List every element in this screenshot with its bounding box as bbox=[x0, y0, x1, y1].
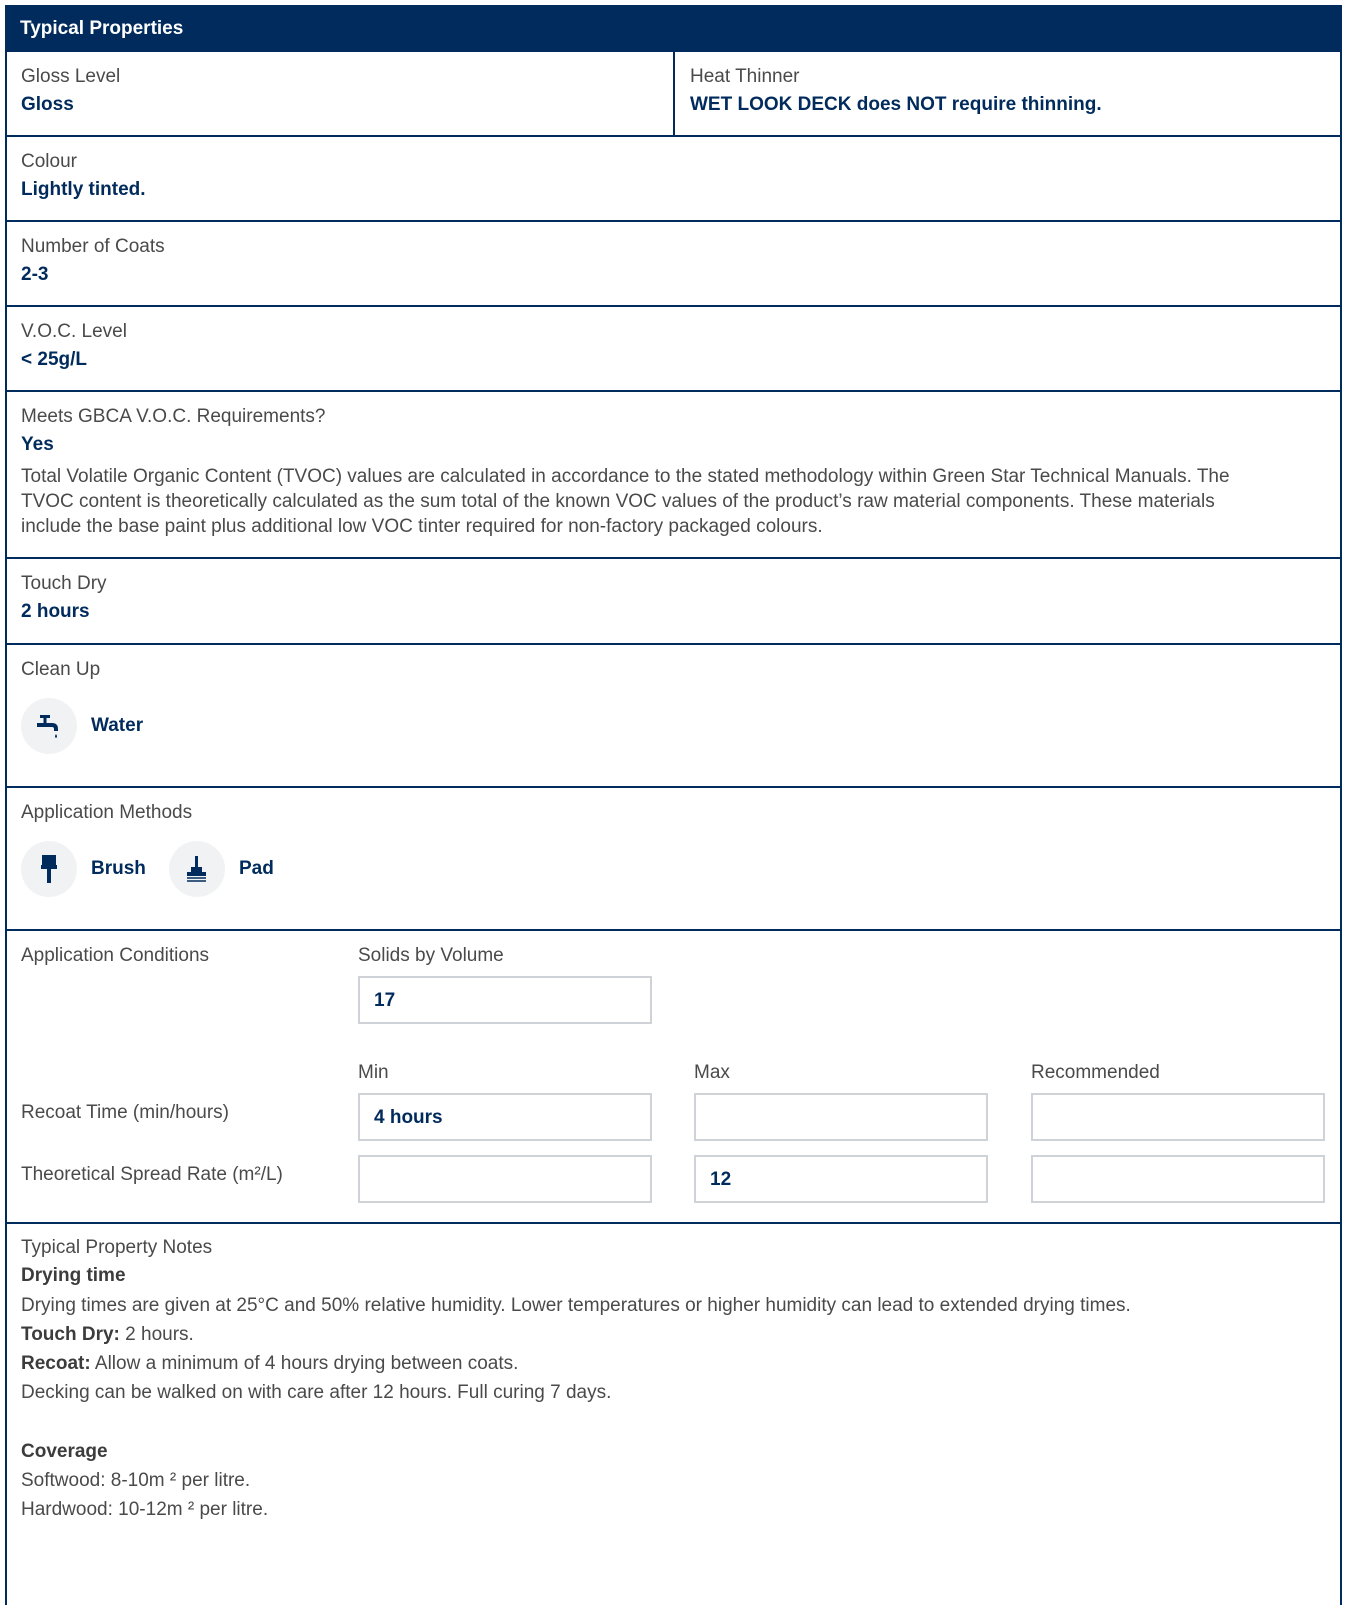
gbca-note-line: TVOC content is theoretically calculated… bbox=[21, 491, 1215, 512]
clean-up-label: Clean Up bbox=[21, 659, 101, 680]
gloss-level-value: Gloss bbox=[21, 94, 74, 115]
coverage-heading: Coverage bbox=[21, 1441, 108, 1462]
voc-label: V.O.C. Level bbox=[21, 321, 127, 342]
recoat-note-label: Recoat: bbox=[21, 1353, 91, 1374]
coats-value: 2-3 bbox=[21, 264, 49, 285]
gloss-heat-row: Gloss Level Gloss Heat Thinner WET LOOK … bbox=[5, 52, 1342, 137]
gbca-note: Total Volatile Organic Content (TVOC) va… bbox=[21, 464, 1321, 539]
application-conditions-label: Application Conditions bbox=[21, 945, 210, 966]
application-methods-row: Application Methods Brush Pad bbox=[5, 788, 1342, 931]
walk-note: Decking can be walked on with care after… bbox=[21, 1382, 612, 1403]
recoat-note: Recoat: Allow a minimum of 4 hours dryin… bbox=[21, 1353, 518, 1375]
method-pad: Pad bbox=[239, 858, 274, 879]
recoat-recommended-field bbox=[1031, 1093, 1325, 1141]
gloss-level-label: Gloss Level bbox=[21, 66, 121, 87]
application-methods-label: Application Methods bbox=[21, 802, 193, 823]
brush-icon bbox=[21, 841, 77, 897]
drying-time-heading: Drying time bbox=[21, 1265, 126, 1286]
coverage-softwood: Softwood: 8-10m ² per litre. bbox=[21, 1470, 251, 1491]
section-title: Typical Properties bbox=[20, 18, 184, 39]
max-column-header: Max bbox=[694, 1062, 730, 1083]
heat-thinner-value: WET LOOK DECK does NOT require thinning. bbox=[690, 94, 1102, 115]
touch-dry-row: Touch Dry 2 hours bbox=[5, 559, 1342, 645]
touch-dry-note: Touch Dry: 2 hours. bbox=[21, 1324, 194, 1346]
tap-icon bbox=[21, 698, 77, 754]
recoat-note-text: Allow a minimum of 4 hours drying betwee… bbox=[90, 1353, 519, 1374]
gbca-value: Yes bbox=[21, 434, 54, 455]
touch-dry-label: Touch Dry bbox=[21, 573, 107, 594]
colour-value: Lightly tinted. bbox=[21, 179, 146, 200]
recoat-time-label: Recoat Time (min/hours) bbox=[21, 1102, 230, 1123]
spread-rate-label: Theoretical Spread Rate (m²/L) bbox=[21, 1164, 283, 1185]
method-brush: Brush bbox=[91, 858, 146, 879]
clean-up-row: Clean Up Water bbox=[5, 645, 1342, 788]
min-column-header: Min bbox=[358, 1062, 389, 1083]
spread-recommended-field bbox=[1031, 1155, 1325, 1203]
drying-time-text: Drying times are given at 25°C and 50% r… bbox=[21, 1295, 1131, 1316]
colour-label: Colour bbox=[21, 151, 77, 172]
coats-label: Number of Coats bbox=[21, 236, 165, 257]
gbca-label: Meets GBCA V.O.C. Requirements? bbox=[21, 406, 326, 427]
colour-row: Colour Lightly tinted. bbox=[5, 137, 1342, 222]
spread-max-field: 12 bbox=[694, 1155, 988, 1203]
application-conditions-row: Application Conditions Solids by Volume … bbox=[5, 931, 1342, 1224]
touch-dry-note-text: 2 hours. bbox=[119, 1324, 194, 1345]
spread-min-field bbox=[358, 1155, 652, 1203]
notes-label: Typical Property Notes bbox=[21, 1237, 213, 1258]
coverage-hardwood: Hardwood: 10-12m ² per litre. bbox=[21, 1499, 269, 1520]
recommended-column-header: Recommended bbox=[1031, 1062, 1160, 1083]
gbca-row: Meets GBCA V.O.C. Requirements? Yes Tota… bbox=[5, 392, 1342, 559]
gbca-note-line: include the base paint plus additional l… bbox=[21, 516, 823, 537]
coats-row: Number of Coats 2-3 bbox=[5, 222, 1342, 307]
clean-up-water: Water bbox=[91, 715, 144, 736]
voc-value: < 25g/L bbox=[21, 349, 87, 370]
recoat-min-field: 4 hours bbox=[358, 1093, 652, 1141]
column-divider bbox=[673, 52, 675, 137]
section-header: Typical Properties bbox=[5, 5, 1342, 52]
solids-field: 17 bbox=[358, 976, 652, 1024]
touch-dry-note-label: Touch Dry: bbox=[21, 1324, 120, 1345]
touch-dry-value: 2 hours bbox=[21, 601, 90, 622]
pad-icon bbox=[169, 841, 225, 897]
gbca-note-line: Total Volatile Organic Content (TVOC) va… bbox=[21, 466, 1230, 487]
solids-label: Solids by Volume bbox=[358, 945, 504, 966]
recoat-max-field bbox=[694, 1093, 988, 1141]
voc-row: V.O.C. Level < 25g/L bbox=[5, 307, 1342, 392]
heat-thinner-label: Heat Thinner bbox=[690, 66, 800, 87]
